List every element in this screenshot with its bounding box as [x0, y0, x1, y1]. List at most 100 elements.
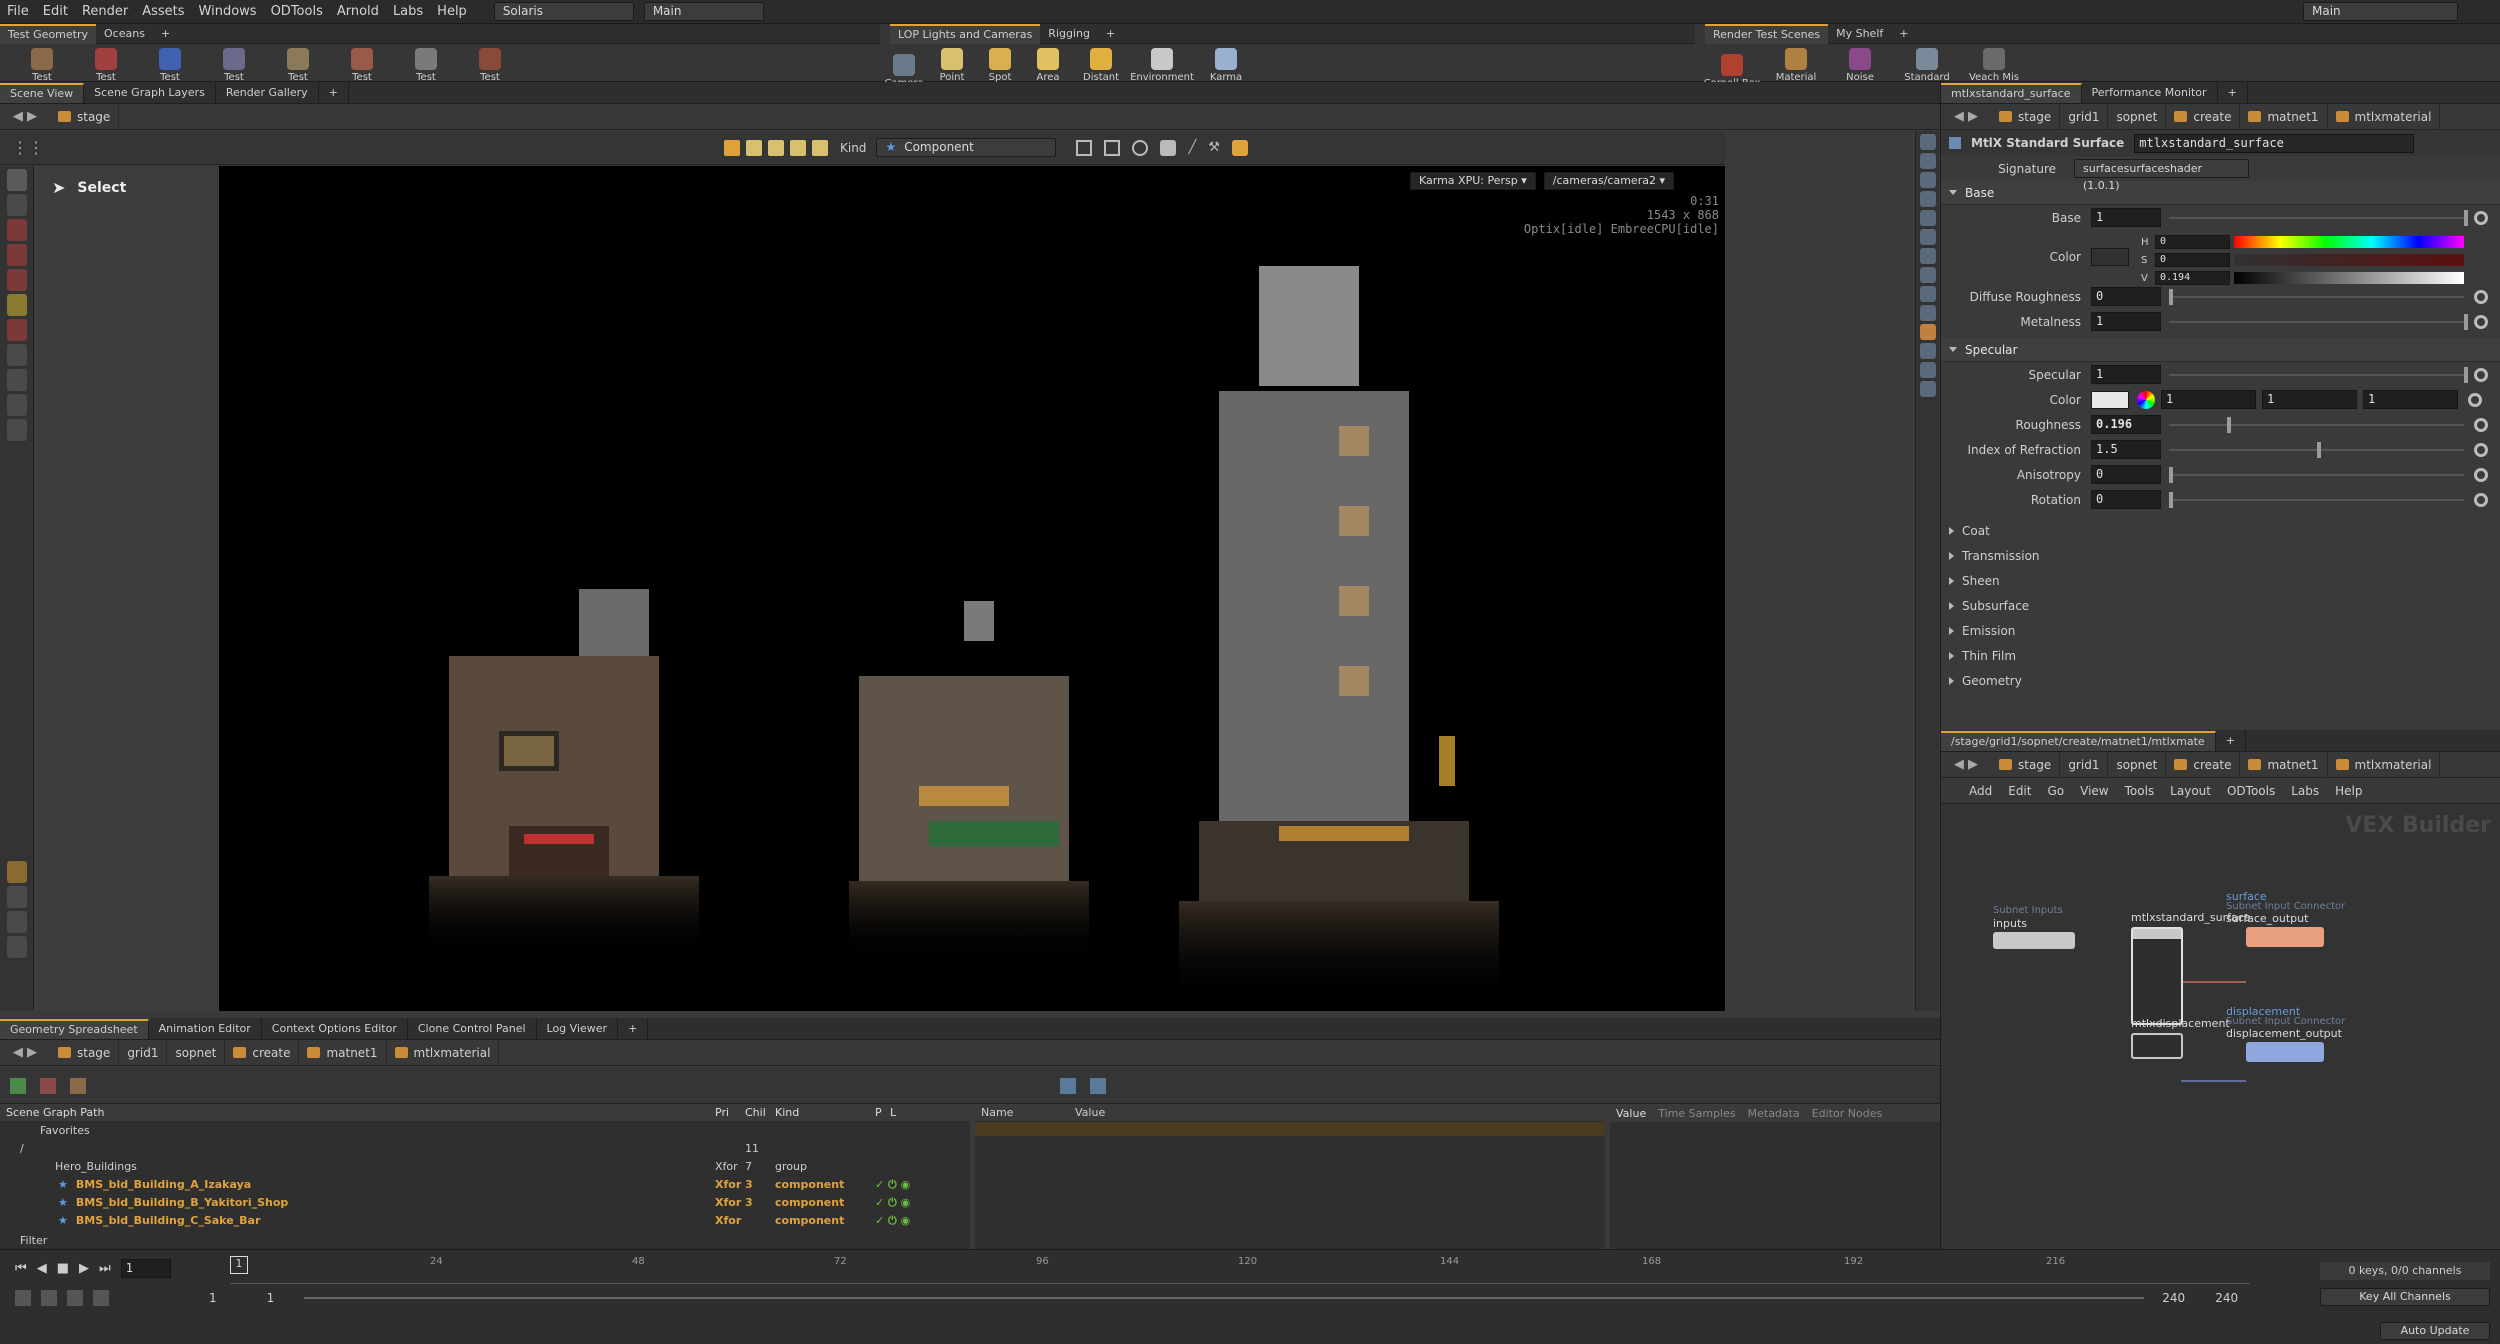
view-mode-icon[interactable] — [1090, 1077, 1106, 1094]
color-swatch[interactable] — [2091, 390, 2129, 409]
folder-sheen[interactable]: Sheen — [1941, 568, 2500, 593]
select-mode-icon[interactable] — [724, 139, 740, 156]
network-menu-add[interactable]: Add — [1961, 784, 2000, 798]
folder-geometry[interactable]: Geometry — [1941, 668, 2500, 693]
rotation-slider[interactable] — [2169, 491, 2464, 508]
tree-row-building-a[interactable]: ★ BMS_bld_Building_A_Izakaya Xfor 3 compo… — [0, 1176, 970, 1194]
scene-tree-icon[interactable] — [10, 1077, 26, 1094]
signature-select[interactable]: surfacesurfaceshader (1.0.1) — [2074, 159, 2249, 192]
tab-animation-editor[interactable]: Animation Editor — [149, 1017, 262, 1040]
tab-metadata[interactable]: Metadata — [1742, 1107, 1806, 1120]
surface-output-node[interactable] — [2246, 927, 2324, 947]
slider-handle[interactable] — [2316, 441, 2321, 458]
realtime-icon[interactable] — [15, 1290, 31, 1306]
path-grid1[interactable]: grid1 — [2060, 752, 2109, 777]
loop-icon[interactable] — [67, 1290, 83, 1306]
network-canvas[interactable]: VEX Builder Subnet Inputs inputs mtlxsta… — [1941, 805, 2500, 1250]
roughness-slider[interactable] — [2169, 416, 2464, 433]
gear-icon[interactable] — [2474, 417, 2488, 432]
roughness-field[interactable]: 0.196 — [2091, 415, 2161, 434]
path-create[interactable]: create — [225, 1040, 300, 1065]
display-option-icon[interactable] — [1919, 324, 1936, 340]
sim-icon[interactable] — [93, 1290, 109, 1306]
display-option-icon[interactable] — [1919, 286, 1936, 302]
gear-icon[interactable] — [2474, 367, 2488, 382]
nav-arrows-icon[interactable]: ◀ ▶ — [1941, 109, 1991, 124]
tab-context-options[interactable]: Context Options Editor — [262, 1017, 408, 1040]
base-slider[interactable] — [2169, 209, 2468, 226]
hud-tool-icon[interactable] — [6, 936, 27, 958]
gear-icon[interactable] — [2474, 467, 2488, 482]
path-sopnet[interactable]: sopnet — [167, 1040, 226, 1065]
menu-render[interactable]: Render — [75, 0, 135, 24]
lock-tool-icon[interactable] — [6, 194, 27, 216]
highlight-icon[interactable] — [1231, 139, 1248, 156]
value-field[interactable]: 0.194 — [2155, 271, 2230, 285]
folder-emission[interactable]: Emission — [1941, 618, 2500, 643]
jump-start-icon[interactable]: ⏮ — [15, 1261, 27, 1276]
pose-tool-icon[interactable] — [6, 294, 27, 316]
viewport[interactable]: Karma XPU: Persp ▾ /cameras/camera2 ▾ 0:… — [219, 166, 1725, 1011]
shelf-tab-lop-lights[interactable]: LOP Lights and Cameras — [890, 23, 1041, 44]
folder-thin-film[interactable]: Thin Film — [1941, 643, 2500, 668]
tree-row-building-b[interactable]: ★ BMS_bld_Building_B_Yakitori_Shop Xfor 3… — [0, 1194, 970, 1212]
path-stage[interactable]: stage — [50, 104, 120, 129]
network-menu-tools[interactable]: Tools — [2117, 784, 2163, 798]
slider-handle[interactable] — [2226, 416, 2231, 433]
menu-arnold[interactable]: Arnold — [330, 0, 386, 24]
add-tab-icon[interactable]: + — [618, 1017, 649, 1040]
saturation-bar[interactable] — [2234, 254, 2464, 266]
inputs-node[interactable] — [1993, 932, 2075, 949]
light-tool-icon[interactable] — [6, 344, 27, 366]
folder-subsurface[interactable]: Subsurface — [1941, 593, 2500, 618]
spec-color-r-field[interactable]: 1 — [2161, 390, 2256, 409]
anisotropy-field[interactable]: 0 — [2091, 465, 2161, 484]
tab-log-viewer[interactable]: Log Viewer — [537, 1017, 619, 1040]
gear-icon[interactable] — [2474, 492, 2488, 507]
select-mode-icon[interactable] — [746, 139, 762, 156]
display-option-icon[interactable] — [1919, 172, 1936, 188]
rotate-tool-icon[interactable] — [6, 244, 27, 266]
range-bar[interactable] — [304, 1297, 2145, 1299]
display-option-icon[interactable] — [1919, 191, 1936, 207]
step-back-icon[interactable]: ◀ — [37, 1261, 47, 1276]
specular-field[interactable]: 1 — [2091, 365, 2161, 384]
play-icon[interactable]: ▶ — [79, 1261, 89, 1276]
attr-row-selected[interactable] — [975, 1122, 1605, 1136]
primitive-icon[interactable] — [70, 1077, 86, 1094]
select-mode-icon[interactable] — [790, 139, 806, 156]
display-option-icon[interactable] — [1919, 134, 1936, 150]
orbit-tool-icon[interactable] — [6, 419, 27, 441]
path-create[interactable]: create — [2166, 104, 2241, 129]
renderer-select[interactable]: Karma XPU: Persp ▾ — [1410, 172, 1536, 190]
filter-mode-icon[interactable] — [1060, 1077, 1076, 1094]
scale-tool-icon[interactable] — [6, 269, 27, 291]
hue-bar[interactable] — [2234, 236, 2464, 248]
shelf-tab-my-shelf[interactable]: My Shelf — [1828, 23, 1891, 45]
key-channels-select[interactable]: Key All Channels — [2320, 1288, 2490, 1306]
tab-value[interactable]: Value — [1610, 1107, 1652, 1120]
grid-menu-icon[interactable]: ⋮⋮ — [12, 138, 44, 157]
camera-select[interactable]: /cameras/camera2 ▾ — [1543, 172, 1674, 190]
metalness-slider[interactable] — [2169, 313, 2468, 330]
menu-odtools[interactable]: ODTools — [264, 0, 330, 24]
diffuse-roughness-field[interactable]: 0 — [2091, 287, 2161, 306]
spec-color-g-field[interactable]: 1 — [2262, 390, 2357, 409]
tree-row-root[interactable]: / 11 — [0, 1140, 970, 1158]
display-option-icon[interactable] — [1919, 267, 1936, 283]
tab-network-path[interactable]: /stage/grid1/sopnet/create/matnet1/mtlxm… — [1941, 730, 2216, 751]
mtlx-standard-surface-node[interactable] — [2131, 927, 2183, 1025]
path-sopnet[interactable]: sopnet — [2108, 752, 2167, 777]
select-mode-icon[interactable] — [768, 139, 784, 156]
network-menu-edit[interactable]: Edit — [2000, 784, 2039, 798]
path-stage[interactable]: stage — [50, 1040, 120, 1065]
network-select[interactable]: Main — [643, 2, 764, 21]
select-tool-icon[interactable] — [6, 169, 27, 191]
render-tool-icon[interactable] — [6, 861, 27, 883]
path-mtlxmaterial[interactable]: mtlxmaterial — [2328, 104, 2441, 129]
path-create[interactable]: create — [2166, 752, 2241, 777]
add-tab-icon[interactable]: + — [2218, 81, 2248, 104]
view-tool-icon[interactable] — [6, 394, 27, 416]
display-option-icon[interactable] — [1919, 343, 1936, 359]
hammer-icon[interactable]: ⚒ — [1208, 140, 1220, 155]
